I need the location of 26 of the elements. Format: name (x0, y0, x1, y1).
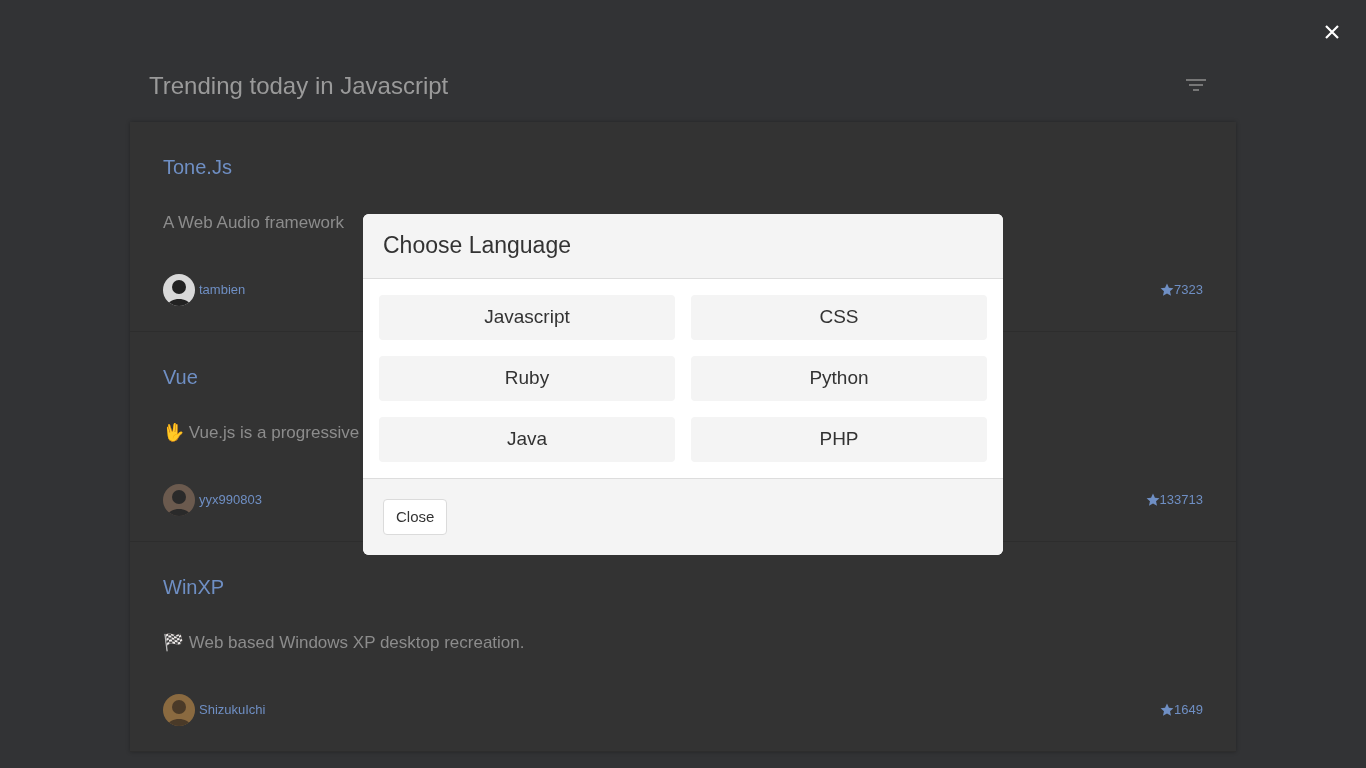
close-icon[interactable] (1324, 24, 1340, 40)
repo-description: 🖖 Vue.js is a progressive (163, 422, 360, 444)
repo-description: 🏁 Web based Windows XP desktop recreation. (163, 632, 525, 654)
page-title: Trending today in Javascript (149, 71, 449, 101)
repo-description: A Web Audio framework (163, 212, 345, 234)
repo-link[interactable]: Tone.Js (163, 156, 232, 178)
star-icon (1160, 282, 1175, 297)
star-count: 7323 (1174, 280, 1203, 299)
language-button[interactable]: Python (691, 355, 987, 401)
language-button[interactable]: Java (379, 416, 675, 462)
dialog-title: Choose Language (383, 232, 572, 260)
close-button[interactable]: Close (383, 498, 448, 536)
star-icon (1145, 492, 1160, 507)
repo-link[interactable]: WinXP (163, 576, 225, 598)
star-count: 133713 (1159, 490, 1203, 509)
repo-link[interactable]: Vue (163, 366, 198, 388)
language-button[interactable]: Javascript (379, 294, 675, 340)
language-button[interactable]: CSS (691, 294, 987, 340)
star-count: 1649 (1174, 700, 1203, 719)
author-link[interactable]: ShizukuIchi (199, 699, 266, 720)
author-link[interactable]: tambien (199, 279, 246, 300)
filter-icon[interactable] (1186, 79, 1206, 93)
language-button[interactable]: Ruby (379, 355, 675, 401)
author-link[interactable]: yyx990803 (199, 489, 262, 510)
language-button[interactable]: PHP (691, 416, 987, 462)
star-icon (1160, 702, 1175, 717)
